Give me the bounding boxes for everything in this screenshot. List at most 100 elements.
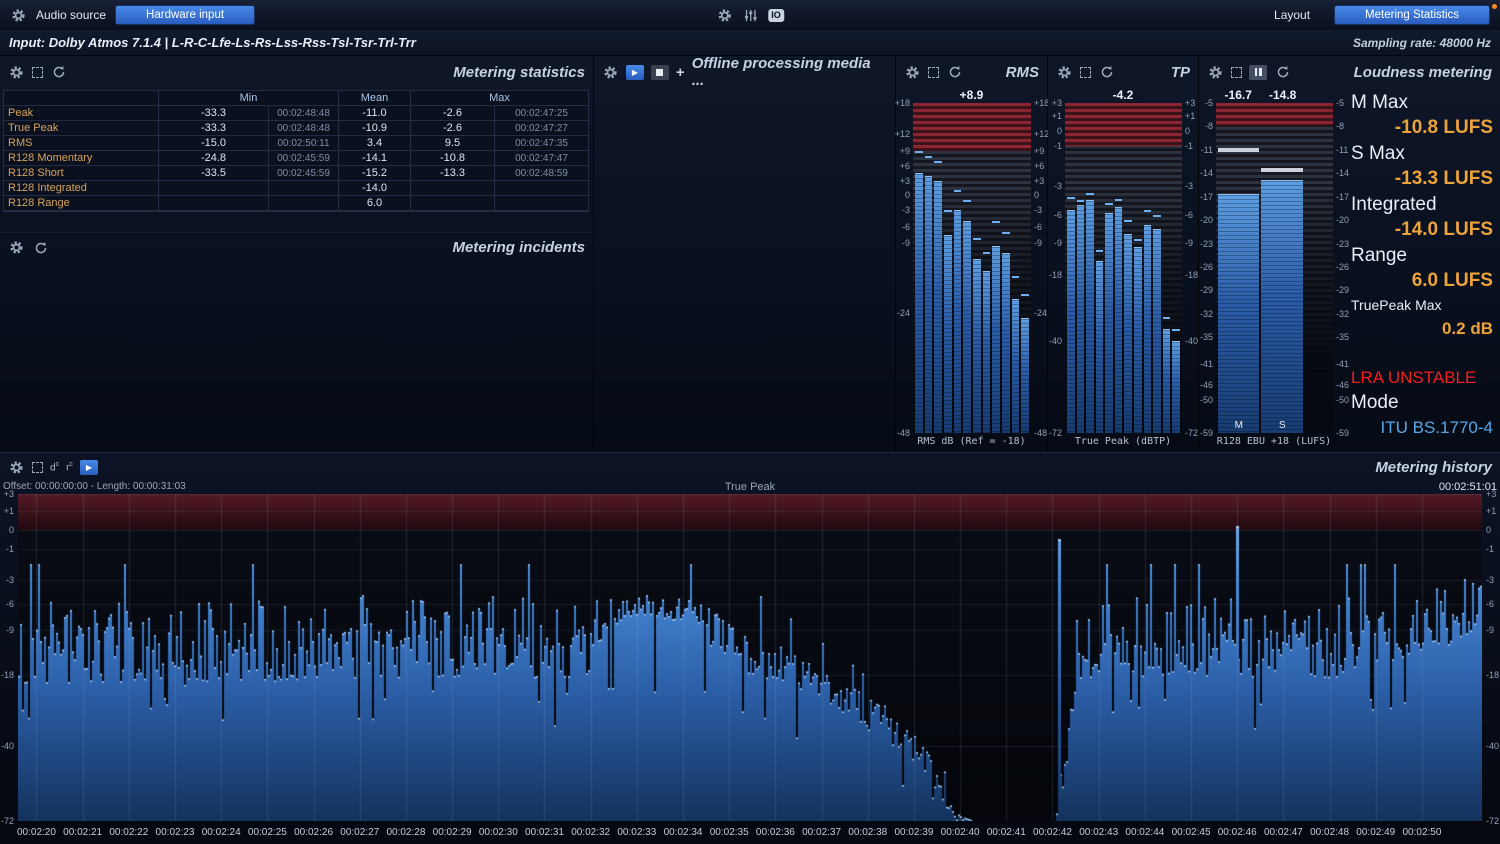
truepeak-max-label: TruePeak Max [1351,294,1493,316]
time-label: 00:02:27 [340,827,379,838]
scale-label: -23 [1200,239,1213,249]
dc-scale-icon[interactable]: dc [50,461,59,473]
scale-label: -6 [1185,210,1193,220]
history-scale-left: +3+10-1-3-6-9-18-40-72 [0,494,17,821]
scale-label: -24 [1034,308,1047,318]
scale-label: -1 [6,544,14,554]
scale-label: -9 [1054,238,1062,248]
peak-hold-marker [1172,329,1180,331]
scale-label: -8 [1205,121,1213,131]
peak-hold-marker [1153,215,1161,217]
peak-hold-marker [963,200,971,202]
mixer-sliders-icon[interactable] [742,7,759,24]
peak-hold-marker [1105,203,1113,205]
scale-label: -40 [1185,336,1198,346]
rc-scale-icon[interactable]: rc [66,461,73,473]
channel-bar [1115,103,1123,433]
scale-label: +1 [1185,111,1195,121]
peak-hold-marker [1124,220,1132,222]
history-play-button[interactable]: ▶ [80,460,98,475]
scale-label: -9 [6,625,14,635]
scale-label: -50 [1336,395,1349,405]
stop-button[interactable] [651,65,669,80]
time-label: 00:02:49 [1356,827,1395,838]
peak-hold-marker [992,221,1000,223]
gear-icon[interactable] [8,239,25,256]
time-label: 00:02:39 [894,827,933,838]
rms-panel-header: RMS [896,56,1047,88]
time-label: 00:02:31 [525,827,564,838]
scale-label: +3 [4,489,14,499]
peak-hold-marker [934,161,942,163]
statistics-table: Min Mean Max Peak-33.300:02:48:48-11.0-2… [3,90,589,212]
scale-label: -20 [1200,215,1213,225]
top-toolbar: Audio source Hardware input IO Layout Me… [0,0,1500,30]
scale-label: -6 [1054,210,1062,220]
reset-icon[interactable] [50,64,67,81]
record-indicator [1492,4,1497,9]
scale-label: +3 [1052,98,1062,108]
table-header-row: Min Mean Max [4,91,588,106]
expand-icon[interactable] [928,67,939,78]
expand-icon[interactable] [1231,67,1242,78]
peak-hold-marker [983,252,991,254]
scale-label: -72 [1049,428,1062,438]
expand-icon[interactable] [32,462,43,473]
hardware-input-button[interactable]: Hardware input [115,5,255,25]
scale-label: -59 [1200,428,1213,438]
panel-title: Offline processing media ... [692,55,887,89]
scale-label: -3 [1486,575,1494,585]
channel-bar [1172,103,1180,433]
expand-icon[interactable] [1080,67,1091,78]
scale-label: -3 [1034,205,1042,215]
play-button[interactable]: ▶ [626,65,644,80]
channel-bar [1153,103,1161,433]
loudness-readouts: -16.7 -14.8 [1199,88,1349,103]
io-routing-icon[interactable]: IO [768,9,784,22]
scale-label: -35 [1336,332,1349,342]
sampling-rate-label: Sampling rate: 48000 Hz [1353,36,1491,50]
add-media-button[interactable]: + [676,65,685,80]
scale-label: -14 [1336,168,1349,178]
gear-icon[interactable] [904,64,921,81]
table-row: RMS-15.000:02:50:113.49.500:02:47:35 [4,136,588,151]
input-format-label: Input: Dolby Atmos 7.1.4 | L-R-C-Lfe-Ls-… [9,35,416,50]
layout-button[interactable]: Layout [1264,8,1320,22]
channel-bar [973,103,981,433]
peak-hold-marker [973,238,981,240]
reset-icon[interactable] [32,239,49,256]
integrated-label: Integrated [1351,192,1493,217]
scale-label: -20 [1336,215,1349,225]
scale-label: -50 [1200,395,1213,405]
gear-icon[interactable] [10,7,27,24]
reset-icon[interactable] [1098,64,1115,81]
panel-title: RMS [1006,64,1039,81]
gear-icon[interactable] [8,64,25,81]
pause-button[interactable] [1249,65,1267,80]
gear-icon[interactable] [602,64,619,81]
scale-label: -46 [1200,380,1213,390]
reset-icon[interactable] [946,64,963,81]
reset-icon[interactable] [1274,64,1291,81]
expand-icon[interactable] [32,67,43,78]
gear-icon[interactable] [1056,64,1073,81]
scale-label: -1 [1054,141,1062,151]
rms-caption: RMS dB (Ref = -18) [896,436,1047,452]
scale-label: -1 [1486,544,1494,554]
rms-scale-right: +18+12+9+6+30-3-6-9-24-48 [1031,103,1047,433]
time-label: 00:02:48 [1310,827,1349,838]
time-label: 00:02:28 [386,827,425,838]
gear-icon[interactable] [716,7,733,24]
channel-bar [963,103,971,433]
history-info-row: Offset: 00:00:00:00 - Length: 00:00:31:0… [0,481,1500,494]
offline-processing-panel: ▶ + Offline processing media ... [594,56,896,452]
gear-icon[interactable] [8,459,25,476]
scale-label: -40 [1,741,14,751]
peak-hold-marker [1115,199,1123,201]
scale-label: +3 [900,176,910,186]
channel-label: M [1218,420,1259,431]
gear-icon[interactable] [1207,64,1224,81]
metering-statistics-button[interactable]: Metering Statistics [1334,5,1490,25]
peak-hold-marker [1218,148,1259,152]
peak-hold-marker [1067,197,1075,199]
